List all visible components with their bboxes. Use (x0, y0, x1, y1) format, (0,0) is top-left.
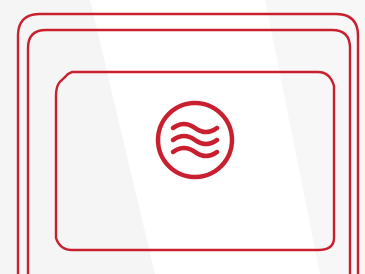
waves-icon (155, 100, 235, 180)
card-reader-illustration (0, 0, 365, 274)
illustration-canvas (0, 0, 365, 274)
background-band-left (0, 0, 155, 274)
